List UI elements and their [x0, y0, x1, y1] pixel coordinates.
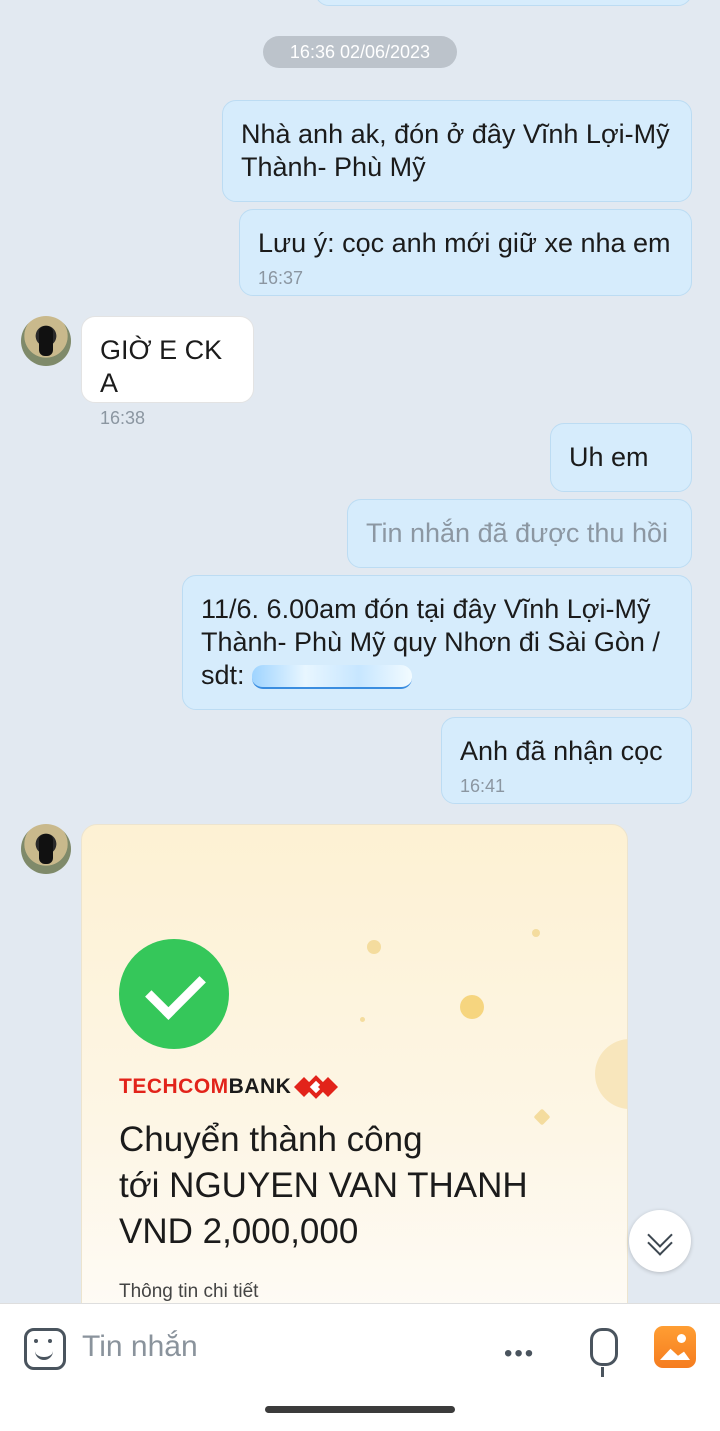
transfer-receipt-image[interactable]: TECHCOMBANK Chuyển thành công tới NGUYEN… — [81, 824, 628, 1303]
decor-circle — [595, 1039, 627, 1109]
techcombank-wordmark: TECHCOMBANK — [119, 1075, 292, 1098]
message-input[interactable]: Tin nhắn — [82, 1330, 198, 1364]
transfer-status: Chuyển thành công — [119, 1120, 423, 1159]
message-bubble-outgoing[interactable]: Nhà anh ak, đón ở đây Vĩnh Lợi-Mỹ Thành-… — [222, 100, 692, 202]
message-bubble-outgoing[interactable]: Lưu ý: cọc anh mới giữ xe nha em 16:37 — [239, 209, 692, 296]
scroll-to-bottom-chevron-icon[interactable] — [629, 1210, 691, 1272]
message-bubble-partial[interactable] — [315, 0, 692, 6]
success-check-icon — [119, 939, 229, 1049]
gallery-image-icon[interactable] — [654, 1326, 696, 1368]
message-bubble-outgoing[interactable]: 11/6. 6.00am đón tại đây Vĩnh Lợi-Mỹ Thà… — [182, 575, 692, 710]
message-text: GIỜ E CK A — [100, 335, 223, 398]
message-text: Uh em — [569, 442, 649, 472]
message-bubble-recalled[interactable]: Tin nhắn đã được thu hồi — [347, 499, 692, 568]
message-text: Nhà anh ak, đón ở đây Vĩnh Lợi-Mỹ Thành-… — [241, 119, 670, 182]
chat-area[interactable]: 16:36 02/06/2023 Nhà anh ak, đón ở đây V… — [0, 0, 720, 1303]
contact-avatar[interactable] — [21, 824, 71, 874]
message-text: Anh đã nhận cọc — [460, 736, 663, 766]
decor-diamond — [533, 1108, 551, 1126]
home-indicator[interactable] — [265, 1406, 455, 1413]
decor-dot — [532, 929, 540, 937]
microphone-icon[interactable] — [590, 1328, 618, 1377]
contact-avatar[interactable] — [21, 316, 71, 366]
transfer-detail-label: Thông tin chi tiết — [119, 1281, 259, 1302]
message-time: 16:41 — [460, 776, 506, 796]
decor-dot — [360, 1017, 365, 1022]
message-text: Lưu ý: cọc anh mới giữ xe nha em — [258, 228, 671, 258]
recalled-message-text: Tin nhắn đã được thu hồi — [366, 518, 668, 548]
message-bubble-outgoing[interactable]: Anh đã nhận cọc 16:41 — [441, 717, 692, 804]
techcombank-logo-icon — [294, 1075, 338, 1099]
decor-coin — [460, 995, 484, 1019]
message-time: 16:37 — [258, 268, 304, 288]
message-bubble-outgoing[interactable]: Uh em — [550, 423, 692, 492]
more-options-icon[interactable]: ••• — [504, 1340, 535, 1368]
phone-number-link[interactable] — [252, 664, 413, 689]
decor-dot — [367, 940, 381, 954]
emoji-icon[interactable] — [24, 1328, 66, 1370]
transfer-amount: VND 2,000,000 — [119, 1212, 359, 1251]
transfer-summary: Chuyển thành công tới NGUYEN VAN THANH V… — [119, 1117, 528, 1255]
message-bubble-incoming[interactable]: GIỜ E CK A 16:38 — [81, 316, 254, 428]
date-separator: 16:36 02/06/2023 — [263, 36, 457, 68]
message-time: 16:38 — [100, 408, 146, 428]
transfer-recipient: tới NGUYEN VAN THANH — [119, 1166, 528, 1205]
